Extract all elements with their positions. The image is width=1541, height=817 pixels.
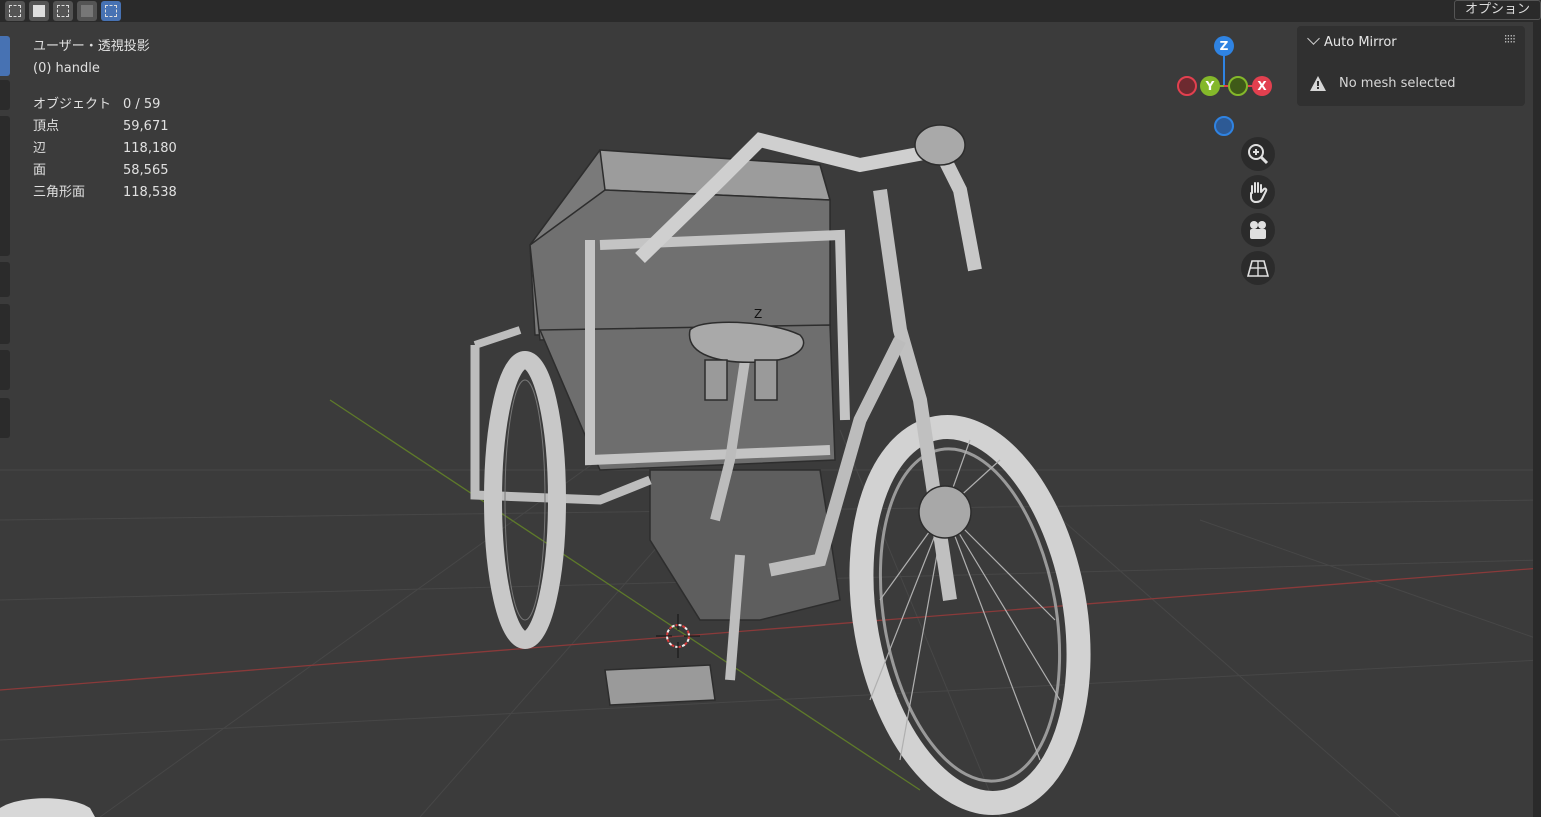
toolbar-tool[interactable] [0, 262, 10, 297]
hand-pan-icon[interactable] [1241, 175, 1275, 209]
options-dropdown[interactable]: オプション [1453, 0, 1541, 20]
grid-perspective-icon[interactable] [1241, 251, 1275, 285]
panel-message: No mesh selected [1339, 76, 1456, 91]
auto-mirror-panel: Auto Mirror ⁝⁝⁝⁝ No mesh selected [1297, 26, 1525, 106]
drag-grip-icon[interactable]: ⁝⁝⁝⁝ [1504, 32, 1516, 46]
object-axis-label: Z [754, 307, 762, 321]
gizmo-neg-z-axis[interactable] [1214, 116, 1234, 136]
warning-icon [1310, 76, 1326, 91]
toolbar-tool-group[interactable] [0, 116, 10, 256]
toolbar-tool[interactable] [0, 398, 10, 438]
zoom-icon[interactable] [1241, 137, 1275, 171]
viewport-header: オプション [0, 0, 1541, 22]
gizmo-z-axis[interactable]: Z [1214, 36, 1234, 56]
stat-row: 面 58,565 [33, 163, 169, 178]
gizmo-y-axis[interactable]: Y [1200, 76, 1220, 96]
panel-header[interactable]: Auto Mirror [1307, 32, 1397, 50]
toolbar-tool[interactable] [0, 304, 10, 344]
active-object-name: (0) handle [33, 61, 100, 76]
select-new-mode-button[interactable] [5, 1, 25, 21]
toolbar-tool-active[interactable] [0, 36, 10, 76]
sidebar-edge[interactable] [1533, 22, 1541, 817]
stat-row: 辺 118,180 [33, 141, 177, 156]
select-extend-mode-button[interactable] [29, 1, 49, 21]
gizmo-neg-y-axis[interactable] [1228, 76, 1248, 96]
stat-row: 頂点 59,671 [33, 119, 169, 134]
select-intersect-mode-button[interactable] [101, 1, 121, 21]
chevron-down-icon [1307, 32, 1320, 45]
toolbar-tool[interactable] [0, 80, 10, 110]
view-name: ユーザー・透視投影 [33, 39, 150, 54]
toolbar-tool[interactable] [0, 350, 10, 390]
tricycle-model [470, 124, 1091, 815]
viewport-info-overlay: ユーザー・透視投影 (0) handle オブジェクト 0 / 59 頂点 59,6… [33, 36, 177, 204]
gizmo-x-axis[interactable]: X [1252, 76, 1272, 96]
stat-row: オブジェクト 0 / 59 [33, 97, 161, 112]
panel-title: Auto Mirror [1324, 35, 1397, 50]
select-subtract-mode-button[interactable] [53, 1, 73, 21]
select-invert-mode-button[interactable] [77, 1, 97, 21]
partial-object [0, 798, 95, 817]
gizmo-neg-x-axis[interactable] [1177, 76, 1197, 96]
3d-viewport[interactable]: Z [0, 0, 1541, 817]
viewport-grid: Z [0, 124, 1541, 817]
stat-row: 三角形面 118,538 [33, 185, 177, 200]
scene-statistics: オブジェクト 0 / 59 頂点 59,671 辺 118,180 面 58,565 三… [33, 94, 177, 204]
camera-icon[interactable] [1241, 213, 1275, 247]
